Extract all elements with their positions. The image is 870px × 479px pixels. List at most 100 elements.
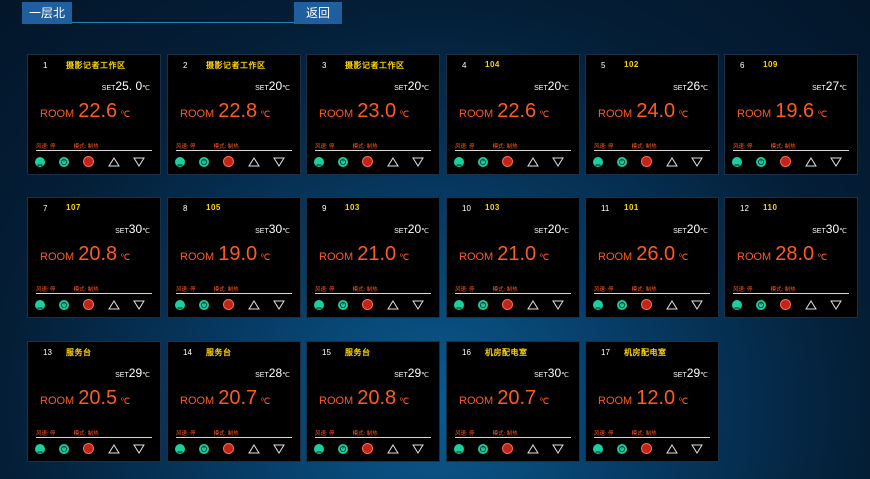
onoff-icon[interactable] bbox=[83, 156, 94, 167]
onoff-icon[interactable] bbox=[83, 299, 94, 310]
minus-icon[interactable] bbox=[314, 299, 324, 310]
onoff-icon[interactable] bbox=[223, 443, 234, 454]
minus-icon[interactable] bbox=[593, 299, 603, 310]
onoff-icon[interactable] bbox=[362, 156, 373, 167]
set-value: 28 bbox=[268, 366, 283, 380]
arrow-down-icon[interactable] bbox=[133, 300, 145, 310]
minus-icon[interactable] bbox=[454, 443, 464, 454]
power-icon[interactable] bbox=[756, 156, 766, 167]
arrow-up-icon[interactable] bbox=[108, 156, 120, 167]
room-label: ROOM bbox=[598, 395, 633, 407]
set-value: 30 bbox=[128, 222, 143, 236]
arrow-down-icon[interactable] bbox=[133, 157, 145, 167]
arrow-up-icon[interactable] bbox=[666, 156, 678, 167]
power-icon[interactable] bbox=[617, 156, 627, 167]
minus-icon[interactable] bbox=[732, 299, 742, 310]
arrow-up-icon[interactable] bbox=[666, 299, 678, 310]
control-row bbox=[314, 156, 437, 167]
room-temperature: ROOM 22.6 ℃ bbox=[459, 100, 549, 123]
power-icon[interactable] bbox=[59, 156, 69, 167]
minus-icon[interactable] bbox=[732, 156, 742, 167]
arrow-down-icon[interactable] bbox=[691, 444, 703, 454]
arrow-down-icon[interactable] bbox=[552, 444, 564, 454]
room-temperature: ROOM 24.0 ℃ bbox=[598, 100, 688, 123]
arrow-up-icon[interactable] bbox=[387, 299, 399, 310]
minus-icon[interactable] bbox=[314, 156, 324, 167]
arrow-up-icon[interactable] bbox=[387, 443, 399, 454]
onoff-icon[interactable] bbox=[502, 443, 513, 454]
power-icon[interactable] bbox=[338, 443, 348, 454]
arrow-up-icon[interactable] bbox=[527, 299, 539, 310]
minus-icon[interactable] bbox=[314, 443, 324, 454]
panel-index: 8 bbox=[183, 204, 188, 213]
power-icon[interactable] bbox=[338, 299, 348, 310]
onoff-icon[interactable] bbox=[780, 299, 791, 310]
thermostat-panel: 14 服务台 SET28℃ ROOM 20.7 ℃ 风速: 停模式: 制热 bbox=[167, 341, 301, 462]
room-temp-unit: ℃ bbox=[678, 109, 689, 119]
arrow-up-icon[interactable] bbox=[248, 299, 260, 310]
minus-icon[interactable] bbox=[35, 299, 45, 310]
arrow-down-icon[interactable] bbox=[691, 157, 703, 167]
arrow-down-icon[interactable] bbox=[133, 444, 145, 454]
arrow-up-icon[interactable] bbox=[248, 156, 260, 167]
floor-search-input[interactable] bbox=[72, 2, 294, 23]
onoff-icon[interactable] bbox=[641, 443, 652, 454]
minus-icon[interactable] bbox=[593, 443, 603, 454]
arrow-down-icon[interactable] bbox=[412, 157, 424, 167]
power-icon[interactable] bbox=[617, 299, 627, 310]
arrow-up-icon[interactable] bbox=[805, 156, 817, 167]
arrow-down-icon[interactable] bbox=[552, 157, 564, 167]
arrow-up-icon[interactable] bbox=[108, 443, 120, 454]
onoff-icon[interactable] bbox=[780, 156, 791, 167]
minus-icon[interactable] bbox=[175, 443, 185, 454]
arrow-down-icon[interactable] bbox=[830, 300, 842, 310]
power-icon[interactable] bbox=[478, 156, 488, 167]
minus-icon[interactable] bbox=[35, 156, 45, 167]
minus-icon[interactable] bbox=[454, 299, 464, 310]
arrow-up-icon[interactable] bbox=[248, 443, 260, 454]
power-icon[interactable] bbox=[199, 443, 209, 454]
arrow-up-icon[interactable] bbox=[805, 299, 817, 310]
onoff-icon[interactable] bbox=[502, 299, 513, 310]
arrow-up-icon[interactable] bbox=[666, 443, 678, 454]
arrow-up-icon[interactable] bbox=[527, 156, 539, 167]
arrow-down-icon[interactable] bbox=[273, 444, 285, 454]
onoff-icon[interactable] bbox=[641, 156, 652, 167]
power-icon[interactable] bbox=[478, 443, 488, 454]
onoff-icon[interactable] bbox=[223, 156, 234, 167]
power-icon[interactable] bbox=[59, 443, 69, 454]
onoff-icon[interactable] bbox=[362, 443, 373, 454]
power-icon[interactable] bbox=[59, 299, 69, 310]
arrow-down-icon[interactable] bbox=[273, 157, 285, 167]
power-icon[interactable] bbox=[199, 299, 209, 310]
onoff-icon[interactable] bbox=[362, 299, 373, 310]
power-icon[interactable] bbox=[199, 156, 209, 167]
arrow-up-icon[interactable] bbox=[527, 443, 539, 454]
onoff-icon[interactable] bbox=[502, 156, 513, 167]
arrow-down-icon[interactable] bbox=[412, 444, 424, 454]
back-button[interactable]: 返回 bbox=[294, 2, 342, 24]
minus-icon[interactable] bbox=[175, 299, 185, 310]
arrow-up-icon[interactable] bbox=[108, 299, 120, 310]
panel-index: 2 bbox=[183, 61, 188, 70]
minus-icon[interactable] bbox=[175, 156, 185, 167]
floor-label[interactable]: 一层北 bbox=[22, 2, 72, 24]
arrow-down-icon[interactable] bbox=[412, 300, 424, 310]
onoff-icon[interactable] bbox=[223, 299, 234, 310]
onoff-icon[interactable] bbox=[641, 299, 652, 310]
power-icon[interactable] bbox=[617, 443, 627, 454]
power-icon[interactable] bbox=[756, 299, 766, 310]
minus-icon[interactable] bbox=[593, 156, 603, 167]
minus-icon[interactable] bbox=[35, 443, 45, 454]
control-row bbox=[35, 443, 158, 454]
power-icon[interactable] bbox=[338, 156, 348, 167]
onoff-icon[interactable] bbox=[83, 443, 94, 454]
arrow-down-icon[interactable] bbox=[830, 157, 842, 167]
arrow-down-icon[interactable] bbox=[273, 300, 285, 310]
minus-icon[interactable] bbox=[454, 156, 464, 167]
arrow-down-icon[interactable] bbox=[552, 300, 564, 310]
set-label: SET bbox=[394, 372, 408, 379]
arrow-down-icon[interactable] bbox=[691, 300, 703, 310]
power-icon[interactable] bbox=[478, 299, 488, 310]
arrow-up-icon[interactable] bbox=[387, 156, 399, 167]
